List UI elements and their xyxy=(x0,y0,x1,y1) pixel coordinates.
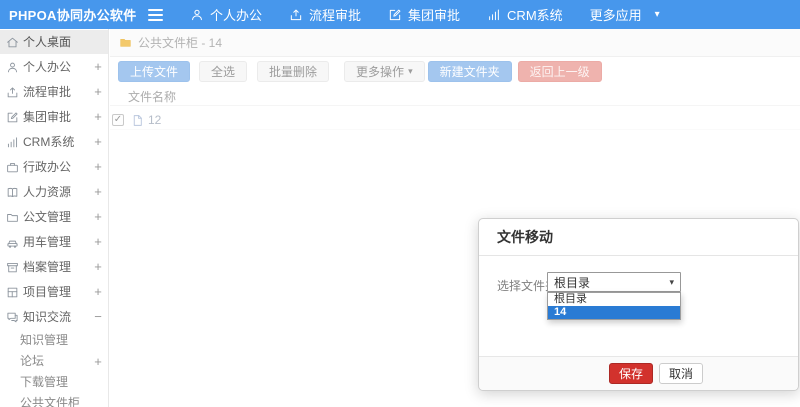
sidebar-item-group-approval[interactable]: 集团审批 + xyxy=(0,105,108,129)
nav-item-crm[interactable]: CRM系统 xyxy=(487,5,563,24)
sidebar-item-admin-office[interactable]: 行政办公 + xyxy=(0,155,108,179)
expand-plus-icon[interactable]: + xyxy=(88,230,108,254)
sidebar-subitem-download-mgmt[interactable]: 下载管理 xyxy=(0,372,108,393)
menu-toggle-icon[interactable] xyxy=(148,8,163,21)
dropdown-option-14[interactable]: 14 xyxy=(548,306,680,319)
home-icon xyxy=(6,36,19,49)
folder-icon xyxy=(119,36,132,49)
expand-plus-icon[interactable]: + xyxy=(88,180,108,204)
edit-icon xyxy=(388,8,402,22)
folder-select-dropdown: 根目录 14 xyxy=(547,292,681,320)
user-icon xyxy=(190,8,204,22)
breadcrumb-text: 公共文件柜 - 14 xyxy=(138,36,223,50)
file-row[interactable]: ✓ 12 xyxy=(112,111,161,129)
briefcase-icon xyxy=(6,161,19,174)
file-name: 12 xyxy=(148,113,162,127)
expand-plus-icon[interactable]: + xyxy=(88,351,108,372)
nav-item-label: 流程审批 xyxy=(309,8,362,23)
collapse-minus-icon[interactable]: − xyxy=(88,305,108,329)
more-actions-button[interactable]: 更多操作 ▾ xyxy=(344,61,425,82)
nav-item-label: 个人办公 xyxy=(210,8,263,23)
chat-icon xyxy=(6,311,19,324)
sidebar-item-personal-desktop[interactable]: 个人桌面 xyxy=(0,30,108,54)
sidebar-subitem-knowledge-mgmt[interactable]: 知识管理 xyxy=(0,330,108,351)
sidebar-subitem-forum[interactable]: 论坛 + xyxy=(0,351,108,372)
check-icon: ✓ xyxy=(113,114,123,125)
sidebar-item-document-mgmt[interactable]: 公文管理 + xyxy=(0,205,108,229)
nav-item-label: 集团审批 xyxy=(408,8,461,23)
sidebar-item-personal-office[interactable]: 个人办公 + xyxy=(0,55,108,79)
nav-item-workflow-approval[interactable]: 流程审批 xyxy=(289,5,361,24)
nav-item-personal-office[interactable]: 个人办公 xyxy=(190,5,262,24)
file-icon xyxy=(131,114,144,127)
expand-plus-icon[interactable]: + xyxy=(88,130,108,154)
sidebar-item-archive-mgmt[interactable]: 档案管理 + xyxy=(0,255,108,279)
nav-item-group-approval[interactable]: 集团审批 xyxy=(388,5,460,24)
table-header-divider xyxy=(110,105,800,106)
sidebar-item-crm[interactable]: CRM系统 + xyxy=(0,130,108,154)
car-icon xyxy=(6,236,19,249)
nav-item-label: CRM系统 xyxy=(507,8,563,23)
back-up-level-button[interactable]: 返回上一级 xyxy=(517,61,602,82)
expand-plus-icon[interactable]: + xyxy=(88,105,108,129)
upload-icon xyxy=(289,8,303,22)
expand-plus-icon[interactable]: + xyxy=(88,205,108,229)
chart-icon xyxy=(487,8,501,22)
folder-select-value: 根目录 xyxy=(554,275,591,290)
user-icon xyxy=(6,61,19,74)
sidebar-subitem-public-file-cabinet[interactable]: 公共文件柜 xyxy=(0,393,108,407)
file-move-dialog: 文件移动 选择文件夹 根目录 ▾ 根目录 14 保存 取消 xyxy=(478,218,799,391)
caret-down-icon: ▾ xyxy=(654,9,660,20)
caret-down-icon: ▾ xyxy=(408,66,413,76)
dropdown-option-root[interactable]: 根目录 xyxy=(548,293,680,306)
dialog-body: 选择文件夹 根目录 ▾ 根目录 14 xyxy=(479,256,798,356)
upload-file-button[interactable]: 上传文件 xyxy=(118,61,191,82)
sidebar-item-hr[interactable]: 人力资源 + xyxy=(0,180,108,204)
cancel-button[interactable]: 取消 xyxy=(659,363,704,384)
expand-plus-icon[interactable]: + xyxy=(88,255,108,279)
expand-plus-icon[interactable]: + xyxy=(88,55,108,79)
app-brand: PHPOA协同办公软件 xyxy=(9,8,137,23)
nav-item-more-apps[interactable]: 更多应用 ▾ xyxy=(590,5,660,24)
sidebar-item-knowledge-exchange[interactable]: 知识交流 − xyxy=(0,305,108,329)
sidebar: 个人桌面 个人办公 + 流程审批 + 集团审批 + CRM系统 + 行政办公 +… xyxy=(0,29,109,407)
caret-down-icon: ▾ xyxy=(669,277,674,287)
new-folder-button[interactable]: 新建文件夹 xyxy=(427,61,512,82)
batch-delete-button[interactable]: 批量删除 xyxy=(257,61,330,82)
expand-plus-icon[interactable]: + xyxy=(88,80,108,104)
edit-icon xyxy=(6,111,19,124)
archive-icon xyxy=(6,261,19,274)
sidebar-item-workflow-approval[interactable]: 流程审批 + xyxy=(0,80,108,104)
row-divider xyxy=(110,129,800,130)
chart-icon xyxy=(6,136,19,149)
save-button[interactable]: 保存 xyxy=(609,363,654,384)
nav-item-label: 更多应用 xyxy=(589,8,642,23)
dialog-footer: 保存 取消 xyxy=(479,356,798,390)
folder-select[interactable]: 根目录 ▾ xyxy=(547,272,681,292)
expand-plus-icon[interactable]: + xyxy=(88,155,108,179)
sidebar-item-project-mgmt[interactable]: 项目管理 + xyxy=(0,280,108,304)
toolbar: 上传文件 全选 批量删除 更多操作 ▾ 新建文件夹 返回上一级 xyxy=(118,61,602,82)
file-name-column-header: 文件名称 xyxy=(128,90,177,104)
select-all-button[interactable]: 全选 xyxy=(199,61,248,82)
expand-plus-icon[interactable]: + xyxy=(88,280,108,304)
book-icon xyxy=(6,186,19,199)
dialog-title: 文件移动 xyxy=(479,219,798,256)
row-checkbox[interactable]: ✓ xyxy=(112,114,124,126)
breadcrumb: 公共文件柜 - 14 xyxy=(110,29,800,57)
upload-icon xyxy=(6,86,19,99)
grid-icon xyxy=(6,286,19,299)
sidebar-item-vehicle-mgmt[interactable]: 用车管理 + xyxy=(0,230,108,254)
folder-icon xyxy=(6,211,19,224)
top-navbar: PHPOA协同办公软件 个人办公 流程审批 集团审批 CRM系统 更多应用 ▾ xyxy=(0,0,800,29)
